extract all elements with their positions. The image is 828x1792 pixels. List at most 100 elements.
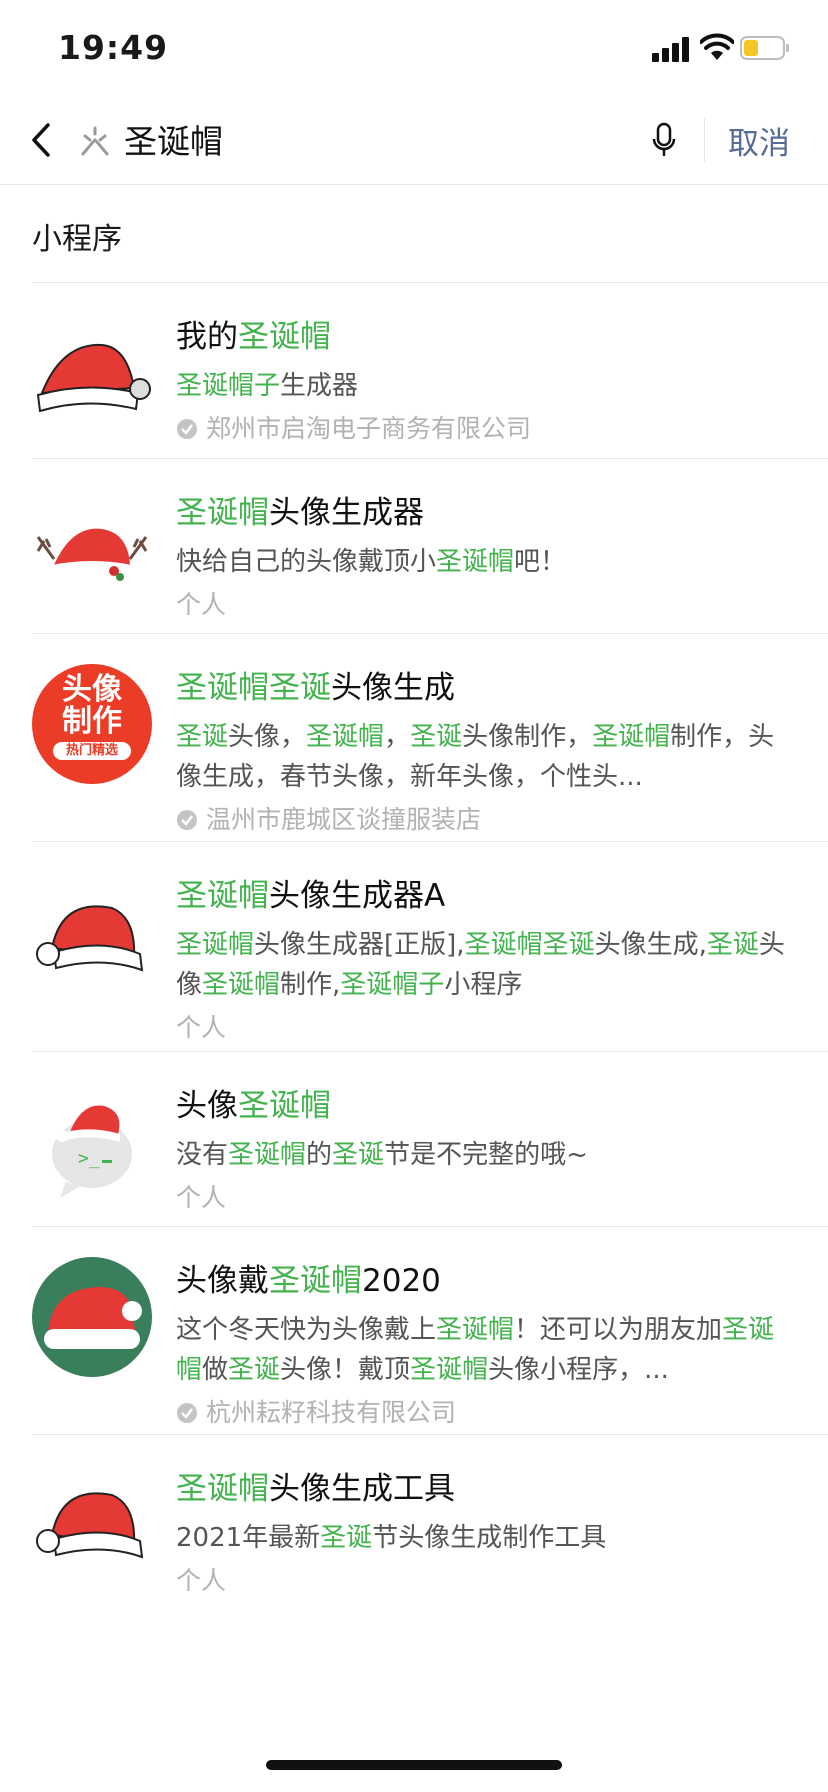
section-title-mini-programs: 小程序 bbox=[32, 222, 122, 257]
list-item[interactable]: 头像戴圣诞帽2020 这个冬天快为头像戴上圣诞帽！还可以为朋友加圣诞帽做圣诞头像… bbox=[32, 1227, 828, 1435]
item-description: 快给自己的头像戴顶小圣诞帽吧！ bbox=[176, 542, 794, 582]
item-source-text: 个人 bbox=[176, 1566, 227, 1595]
text-segment: 头像生成, bbox=[594, 930, 707, 960]
cellular-signal-icon bbox=[652, 36, 692, 62]
status-bar: 19:49 bbox=[0, 0, 828, 96]
item-source-text: 杭州耘籽科技有限公司 bbox=[206, 1398, 457, 1427]
text-segment: 制作, bbox=[280, 970, 341, 1000]
keyword-highlight: 圣诞帽 bbox=[176, 670, 269, 706]
cancel-button[interactable]: 取消 bbox=[728, 118, 790, 163]
item-source: 个人 bbox=[176, 586, 794, 624]
keyword-highlight: 圣诞帽 bbox=[436, 1315, 515, 1345]
text-segment: 头像戴 bbox=[176, 1263, 269, 1299]
search-input[interactable] bbox=[124, 114, 624, 164]
verified-badge-icon bbox=[177, 810, 197, 830]
keyword-highlight: 圣诞 bbox=[228, 1355, 281, 1385]
list-item[interactable]: 我的圣诞帽 圣诞帽子生成器 郑州市启淘电子商务有限公司 bbox=[32, 283, 828, 459]
item-source-text: 温州市鹿城区谈撞服装店 bbox=[206, 805, 482, 834]
text-segment: 头像， bbox=[228, 722, 307, 752]
santa-hat-icon bbox=[36, 343, 151, 413]
text-segment: 生成器 bbox=[280, 371, 359, 401]
badge-line-1: 头像 bbox=[62, 672, 122, 707]
keyword-highlight: 圣诞帽 bbox=[410, 1355, 489, 1385]
text-segment: 头像！戴顶 bbox=[280, 1355, 411, 1385]
keyword-highlight: 圣诞 bbox=[332, 1140, 385, 1170]
text-segment: 头像生成器A bbox=[269, 878, 446, 914]
item-title: 头像戴圣诞帽2020 bbox=[176, 1261, 794, 1301]
result-list: 我的圣诞帽 圣诞帽子生成器 郑州市启淘电子商务有限公司 圣诞帽头像生成器 快给自… bbox=[0, 283, 828, 1611]
item-description: 圣诞头像，圣诞帽，圣诞头像制作，圣诞帽制作，头像生成，春节头像，新年头像，个性头… bbox=[176, 717, 794, 797]
keyword-highlight: 圣诞帽子 bbox=[340, 970, 445, 1000]
item-source: 个人 bbox=[176, 1179, 794, 1217]
text-segment: 的 bbox=[306, 1140, 333, 1170]
list-item[interactable]: 圣诞帽头像生成工具 2021年最新圣诞节头像生成制作工具 个人 bbox=[32, 1435, 828, 1611]
text-segment: ， bbox=[384, 722, 411, 752]
text-segment: 头像生成工具 bbox=[269, 1471, 455, 1507]
santa-hat-icon bbox=[36, 905, 144, 972]
home-indicator[interactable] bbox=[266, 1760, 562, 1770]
item-source-text: 个人 bbox=[176, 1183, 227, 1212]
item-description: 圣诞帽子生成器 bbox=[176, 366, 794, 406]
keyword-highlight: 圣诞帽 bbox=[238, 1088, 331, 1124]
text-segment: 头像生成 bbox=[331, 670, 455, 706]
reindeer-santa-hat-icon bbox=[36, 528, 148, 581]
keyword-highlight: 圣诞帽 bbox=[269, 1263, 362, 1299]
text-segment: 头像生成器[正版], bbox=[254, 930, 465, 960]
text-segment: 没有 bbox=[176, 1140, 229, 1170]
verified-badge-icon bbox=[177, 1403, 197, 1423]
back-chevron-icon[interactable] bbox=[28, 122, 56, 158]
item-description: 2021年最新圣诞节头像生成制作工具 bbox=[176, 1518, 794, 1558]
badge-tag: 热门精选 bbox=[53, 742, 131, 760]
keyword-highlight: 圣诞帽 bbox=[592, 722, 671, 752]
header-divider bbox=[704, 118, 705, 162]
verified-badge-icon bbox=[177, 419, 197, 439]
item-title: 圣诞帽头像生成器A bbox=[176, 876, 794, 916]
microphone-icon[interactable] bbox=[652, 122, 676, 160]
santa-hat-green-circle-icon bbox=[32, 1257, 152, 1377]
text-segment: 头像 bbox=[176, 1088, 238, 1124]
keyword-highlight: 圣诞帽 bbox=[436, 547, 515, 577]
keyword-highlight: 圣诞帽子 bbox=[176, 371, 281, 401]
keyword-highlight: 圣诞帽 bbox=[238, 319, 331, 355]
list-item[interactable]: 头像 制作 热门精选 圣诞帽圣诞头像生成 圣诞头像，圣诞帽，圣诞头像制作，圣诞帽… bbox=[32, 634, 828, 842]
text-segment: 这个冬天快为头像戴上 bbox=[176, 1315, 437, 1345]
item-source-text: 郑州市启淘电子商务有限公司 bbox=[206, 414, 532, 443]
text-segment: 我的 bbox=[176, 319, 238, 355]
text-segment: 节头像生成制作工具 bbox=[372, 1523, 607, 1553]
keyword-highlight: 圣诞帽 bbox=[202, 970, 281, 1000]
keyword-highlight: 圣诞帽 bbox=[176, 495, 269, 531]
chat-bubble-santa-hat-icon: >_ bbox=[52, 1105, 132, 1198]
keyword-highlight: 圣诞 bbox=[706, 930, 759, 960]
keyword-highlight: 圣诞 bbox=[320, 1523, 373, 1553]
item-source: 个人 bbox=[176, 1562, 794, 1600]
keyword-highlight: 圣诞帽 bbox=[464, 930, 543, 960]
text-segment: 2020 bbox=[362, 1263, 441, 1299]
text-segment: 小程序 bbox=[444, 970, 523, 1000]
text-segment: 头像生成器 bbox=[269, 495, 424, 531]
item-title: 我的圣诞帽 bbox=[176, 317, 794, 357]
item-title: 圣诞帽圣诞头像生成 bbox=[176, 668, 794, 708]
item-source: 温州市鹿城区谈撞服装店 bbox=[176, 801, 794, 839]
list-item[interactable]: 圣诞帽头像生成器A 圣诞帽头像生成器[正版],圣诞帽圣诞头像生成,圣诞头像圣诞帽… bbox=[32, 842, 828, 1052]
search-header: 取消 bbox=[0, 96, 828, 185]
santa-hat-icon bbox=[36, 1492, 144, 1559]
list-item[interactable]: 圣诞帽头像生成器 快给自己的头像戴顶小圣诞帽吧！ 个人 bbox=[32, 459, 828, 634]
text-segment: 做 bbox=[202, 1355, 229, 1385]
keyword-highlight: 圣诞帽 bbox=[306, 722, 385, 752]
text-segment: 快给自己的头像戴顶小 bbox=[176, 547, 437, 577]
keyword-highlight: 圣诞 bbox=[269, 670, 331, 706]
keyword-highlight: 圣诞帽 bbox=[228, 1140, 307, 1170]
list-item[interactable]: >_ 头像圣诞帽 没有圣诞帽的圣诞节是不完整的哦~ 个人 bbox=[32, 1052, 828, 1227]
item-description: 圣诞帽头像生成器[正版],圣诞帽圣诞头像生成,圣诞头像圣诞帽制作,圣诞帽子小程序 bbox=[176, 925, 794, 1005]
keyword-highlight: 圣诞帽 bbox=[176, 1471, 269, 1507]
keyword-highlight: 圣诞帽 bbox=[176, 878, 269, 914]
item-source-text: 个人 bbox=[176, 1013, 227, 1042]
keyword-highlight: 圣诞 bbox=[410, 722, 463, 752]
text-segment: 节是不完整的哦~ bbox=[384, 1140, 588, 1170]
item-source: 郑州市启淘电子商务有限公司 bbox=[176, 410, 794, 448]
battery-icon bbox=[740, 36, 789, 60]
item-description: 这个冬天快为头像戴上圣诞帽！还可以为朋友加圣诞帽做圣诞头像！戴顶圣诞帽头像小程序… bbox=[176, 1310, 794, 1390]
item-description: 没有圣诞帽的圣诞节是不完整的哦~ bbox=[176, 1135, 794, 1175]
text-segment: ！还可以为朋友加 bbox=[514, 1315, 723, 1345]
wifi-icon bbox=[700, 33, 734, 60]
